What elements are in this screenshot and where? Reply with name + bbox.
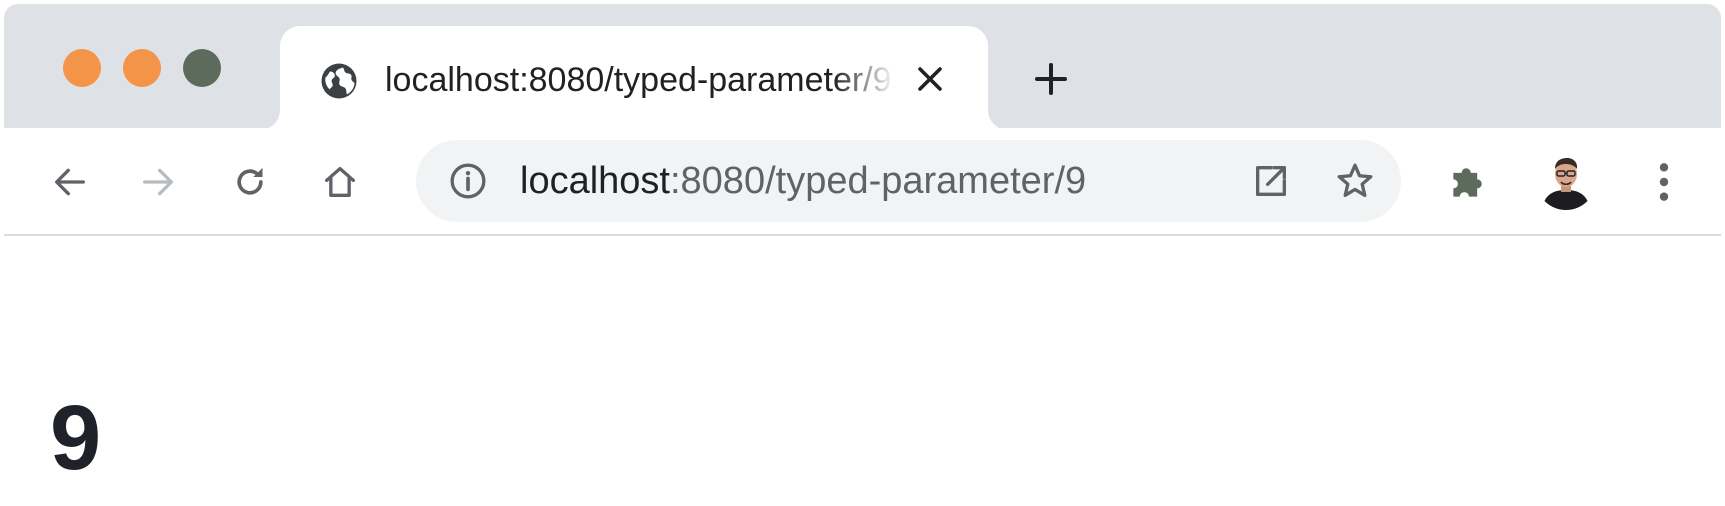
- home-icon: [325, 167, 355, 197]
- three-dots-vertical-icon: [1659, 163, 1669, 201]
- profile-photo: [1536, 150, 1596, 210]
- window-close-button[interactable]: [63, 49, 101, 87]
- tab-close-button[interactable]: [910, 59, 950, 99]
- plus-icon: [1035, 63, 1067, 95]
- back-button[interactable]: [42, 154, 98, 210]
- url-text[interactable]: localhost:8080/typed-parameter/9: [520, 156, 1086, 206]
- info-icon[interactable]: [448, 161, 488, 201]
- browser-toolbar: localhost:8080/typed-parameter/9: [4, 128, 1721, 236]
- arrow-right-icon: [143, 168, 173, 196]
- open-in-new-icon: [1256, 166, 1286, 196]
- window-zoom-button[interactable]: [183, 49, 221, 87]
- extensions-button[interactable]: [1440, 154, 1496, 210]
- globe-icon: [321, 63, 357, 99]
- open-in-new-button[interactable]: [1248, 158, 1294, 204]
- star-icon: [1337, 163, 1373, 198]
- window-minimize-button[interactable]: [123, 49, 161, 87]
- reload-icon: [237, 167, 263, 195]
- reload-button[interactable]: [222, 154, 278, 210]
- browser-window: localhost:8080/typed-parameter/9 localho…: [4, 4, 1721, 506]
- new-tab-button[interactable]: [1029, 57, 1073, 101]
- arrow-left-icon: [55, 168, 86, 196]
- address-bar[interactable]: localhost:8080/typed-parameter/9: [416, 140, 1401, 222]
- close-icon: [918, 67, 942, 91]
- avatar[interactable]: [1536, 150, 1596, 210]
- page-heading: 9: [50, 387, 102, 489]
- tab-strip: localhost:8080/typed-parameter/9: [4, 4, 1721, 130]
- menu-button[interactable]: [1636, 154, 1692, 210]
- url-host: localhost: [520, 160, 670, 202]
- forward-button[interactable]: [130, 154, 186, 210]
- browser-tab-active[interactable]: localhost:8080/typed-parameter/9: [280, 26, 988, 130]
- puzzle-piece-icon: [1453, 168, 1482, 197]
- bookmark-button[interactable]: [1332, 158, 1378, 204]
- url-path: :8080/typed-parameter/9: [669, 160, 1087, 202]
- tab-title: localhost:8080/typed-parameter/9: [385, 61, 892, 99]
- home-button[interactable]: [312, 154, 368, 210]
- page-content: 9: [4, 238, 1721, 506]
